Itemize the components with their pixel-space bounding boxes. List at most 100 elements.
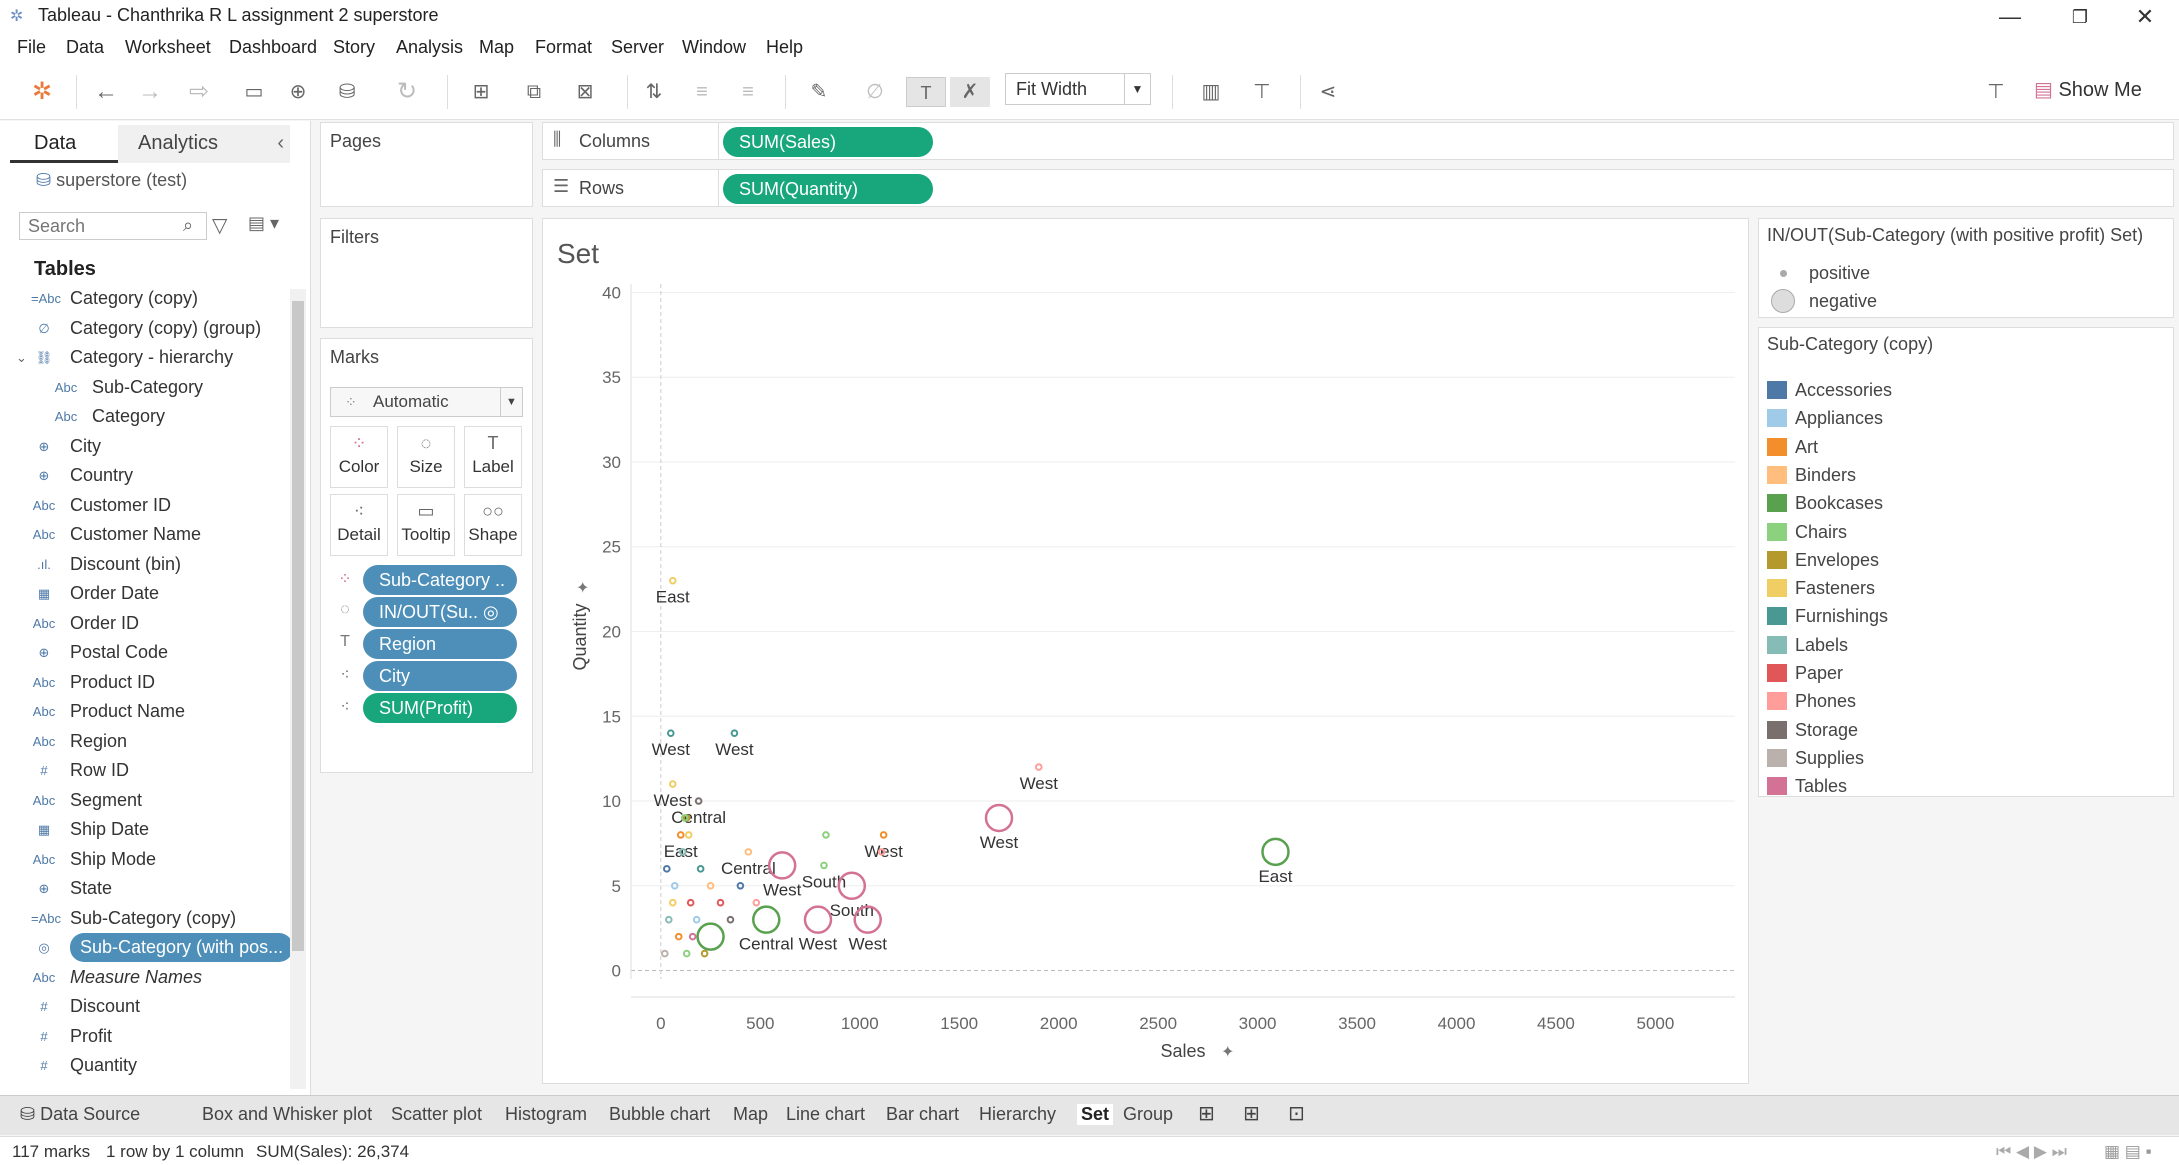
pill-sum-quantity[interactable]: SUM(Quantity): [723, 174, 933, 204]
search-icon[interactable]: ⌕: [183, 215, 193, 236]
mark-pill-size[interactable]: ◌ IN/OUT(Su.. ◎: [331, 597, 531, 627]
minimize-button[interactable]: —: [1985, 2, 2035, 32]
sort-ascending-icon[interactable]: ≡: [684, 77, 720, 107]
fit-dropdown[interactable]: Fit Width ▼: [1005, 73, 1151, 105]
columns-shelf[interactable]: ⫼ Columns SUM(Sales): [542, 122, 2174, 160]
field-item[interactable]: ⊕ Country: [0, 461, 290, 490]
color-legend[interactable]: Sub-Category (copy) Accessories Appliance…: [1758, 327, 2174, 797]
pages-card[interactable]: Pages: [320, 122, 533, 207]
filters-card[interactable]: Filters: [320, 218, 533, 328]
menu-file[interactable]: File: [17, 37, 46, 58]
replay-icon[interactable]: ⇨: [176, 77, 222, 107]
show-me-button[interactable]: ▤ Show Me: [2034, 77, 2142, 102]
color-legend-item[interactable]: Paper: [1767, 661, 1843, 685]
pill-region[interactable]: Region: [363, 629, 517, 659]
close-button[interactable]: ✕: [2120, 2, 2170, 32]
mark-pill-detail-city[interactable]: ⁖ City: [331, 661, 531, 691]
size-button[interactable]: ◌ Size: [397, 426, 455, 488]
refresh-icon[interactable]: ↻: [384, 77, 430, 107]
restore-button[interactable]: ❐: [2055, 2, 2105, 32]
pill-sum-profit[interactable]: SUM(Profit): [363, 693, 517, 723]
mark-type-dropdown[interactable]: ⁘ Automatic ▼: [330, 387, 523, 417]
save-icon[interactable]: ▭: [236, 77, 272, 107]
view-options-icon[interactable]: ▤ ▾: [248, 213, 279, 234]
field-list-scrollbar[interactable]: [290, 289, 306, 1089]
field-item[interactable]: # Row ID: [0, 756, 290, 785]
pill-sub-category[interactable]: Sub-Category ..: [363, 565, 517, 595]
tooltip-button[interactable]: ▭ Tooltip: [397, 494, 455, 556]
field-item[interactable]: ⊕ Postal Code: [0, 638, 290, 667]
color-legend-item[interactable]: Storage: [1767, 718, 1858, 742]
clear-sheet-icon[interactable]: ⊠: [560, 77, 610, 107]
field-item[interactable]: Abc Region: [0, 727, 290, 756]
undo-icon[interactable]: ←: [88, 77, 124, 107]
field-item[interactable]: Abc Category: [0, 402, 290, 431]
field-item[interactable]: ▦ Ship Date: [0, 815, 290, 844]
field-item[interactable]: Abc Segment: [0, 786, 290, 815]
field-item[interactable]: Abc Product ID: [0, 668, 290, 697]
new-dashboard-icon[interactable]: ⊞: [1243, 1101, 1260, 1126]
tab-bubble-chart[interactable]: Bubble chart: [609, 1104, 710, 1125]
field-item[interactable]: Abc Customer Name: [0, 520, 290, 549]
menu-help[interactable]: Help: [766, 37, 803, 58]
tab-group[interactable]: Group: [1123, 1104, 1173, 1125]
color-legend-item[interactable]: Bookcases: [1767, 491, 1883, 515]
pill-sum-sales[interactable]: SUM(Sales): [723, 127, 933, 157]
tab-scatter-plot[interactable]: Scatter plot: [391, 1104, 482, 1125]
menu-server[interactable]: Server: [611, 37, 664, 58]
menu-dashboard[interactable]: Dashboard: [229, 37, 317, 58]
field-item[interactable]: Abc Order ID: [0, 609, 290, 638]
field-item[interactable]: Abc Sub-Category: [0, 373, 290, 402]
legend-item-negative[interactable]: negative: [1767, 289, 1877, 313]
collapse-chevron-icon[interactable]: ‹: [277, 125, 284, 161]
color-legend-item[interactable]: Accessories: [1767, 378, 1892, 402]
menu-worksheet[interactable]: Worksheet: [125, 37, 211, 58]
sheet-view-icons[interactable]: ▦ ▤ ▪: [2104, 1142, 2152, 1162]
new-story-icon[interactable]: ⊡: [1288, 1101, 1305, 1126]
mark-pill-color[interactable]: ⁘ Sub-Category ..: [331, 565, 531, 595]
pill-city[interactable]: City: [363, 661, 517, 691]
highlight-icon[interactable]: ✎: [796, 77, 842, 107]
expand-chevron-icon[interactable]: ⌄: [16, 343, 27, 372]
tab-set[interactable]: Set: [1077, 1104, 1114, 1125]
tab-box-and-whisker-plot[interactable]: Box and Whisker plot: [202, 1104, 372, 1125]
field-item[interactable]: .ıl. Discount (bin): [0, 550, 290, 579]
worksheet-view[interactable]: Set 0 5 10 15 20 25 30 35 40 0 500 1000 1500 2000 250…: [542, 218, 1749, 1084]
color-legend-item[interactable]: Labels: [1767, 633, 1848, 657]
tab-hierarchy[interactable]: Hierarchy: [979, 1104, 1056, 1125]
field-item[interactable]: Abc Product Name: [0, 697, 290, 726]
shape-legend[interactable]: IN/OUT(Sub-Category (with positive profi…: [1758, 218, 2174, 318]
pause-updates-icon[interactable]: ⛁: [324, 77, 370, 107]
scrollbar-thumb[interactable]: [292, 301, 304, 951]
menu-analysis[interactable]: Analysis: [396, 37, 463, 58]
mark-pill-label[interactable]: T Region: [331, 629, 531, 659]
detail-button[interactable]: ⁖ Detail: [330, 494, 388, 556]
color-legend-item[interactable]: Supplies: [1767, 746, 1864, 770]
new-datasource-icon[interactable]: ⊕: [280, 77, 316, 107]
color-button[interactable]: ⁘ Color: [330, 426, 388, 488]
fix-axes-icon[interactable]: ✗: [950, 77, 990, 107]
field-item[interactable]: ◎ Sub-Category (with pos...: [0, 933, 294, 962]
field-item[interactable]: ⊕ State: [0, 874, 290, 903]
field-item[interactable]: ∅ Category (copy) (group): [0, 314, 290, 343]
color-legend-item[interactable]: Binders: [1767, 463, 1856, 487]
filter-icon[interactable]: ▽: [212, 213, 227, 238]
tab-analytics[interactable]: Analytics ‹: [118, 125, 290, 163]
rows-shelf[interactable]: ☰ Rows SUM(Quantity): [542, 169, 2174, 207]
menu-data[interactable]: Data: [66, 37, 104, 58]
presentation-mode-icon[interactable]: ⊤: [1244, 77, 1280, 107]
menu-format[interactable]: Format: [535, 37, 592, 58]
tab-histogram[interactable]: Histogram: [505, 1104, 587, 1125]
color-legend-item[interactable]: Art: [1767, 435, 1818, 459]
tab-map[interactable]: Map: [733, 1104, 768, 1125]
datasource-name[interactable]: ⛁ superstore (test): [36, 170, 187, 191]
group-members-icon[interactable]: ∅: [852, 77, 898, 107]
tab-data[interactable]: Data: [10, 125, 118, 163]
field-item[interactable]: =Abc Sub-Category (copy): [0, 904, 290, 933]
field-item[interactable]: # Discount: [0, 992, 290, 1021]
color-legend-item[interactable]: Appliances: [1767, 406, 1883, 430]
tab-line-chart[interactable]: Line chart: [786, 1104, 865, 1125]
field-item[interactable]: ⛓ Category - hierarchy ⌄: [0, 343, 290, 372]
tab-data-source[interactable]: ⛁ Data Source: [20, 1104, 140, 1125]
redo-icon[interactable]: →: [132, 77, 168, 107]
